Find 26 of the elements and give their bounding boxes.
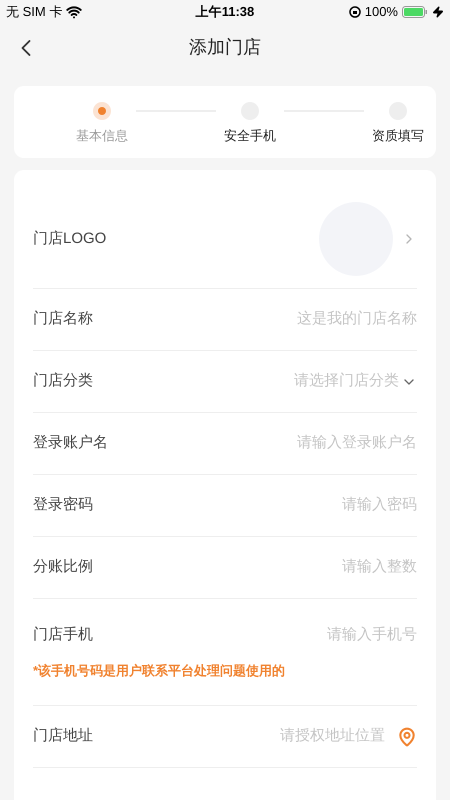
input-field[interactable]: 请输入密码 xyxy=(217,494,417,517)
carrier-text: 无 SIM 卡 xyxy=(6,3,62,22)
charging-icon xyxy=(432,6,444,18)
page-title: 添加门店 xyxy=(189,36,261,58)
input-field[interactable]: 请输入登录账户名 xyxy=(217,432,417,455)
field-label: 门店名称 xyxy=(33,309,93,330)
battery-icon xyxy=(402,6,428,18)
battery-text: 100% xyxy=(364,3,398,22)
field-label: 门店手机 xyxy=(33,625,93,645)
step-item[interactable]: 资质填写 xyxy=(368,102,428,146)
field-label: 门店分类 xyxy=(33,371,93,392)
field-label: 门店LOGO xyxy=(33,228,106,249)
input-field[interactable]: 这是我的门店名称 xyxy=(217,308,417,331)
input-field[interactable]: 请输入整数 xyxy=(217,556,417,579)
field-label: 门店地址 xyxy=(33,726,93,746)
wifi-icon xyxy=(66,4,82,20)
field-note: *该手机号码是用户联系平台处理问题使用的 xyxy=(33,662,286,680)
input-field[interactable]: 请授权地址位置 xyxy=(225,725,385,748)
input-field[interactable]: 请输入手机号 xyxy=(217,624,417,646)
field-label: 登录密码 xyxy=(33,495,93,516)
orientation-lock-icon xyxy=(348,6,361,18)
status-time: 上午11:38 xyxy=(196,3,254,22)
field-label: 分账比例 xyxy=(33,557,93,578)
step-item[interactable]: 安全手机 xyxy=(220,102,280,146)
field-label: 登录账户名 xyxy=(33,433,108,454)
location-pin-icon[interactable] xyxy=(397,726,417,746)
